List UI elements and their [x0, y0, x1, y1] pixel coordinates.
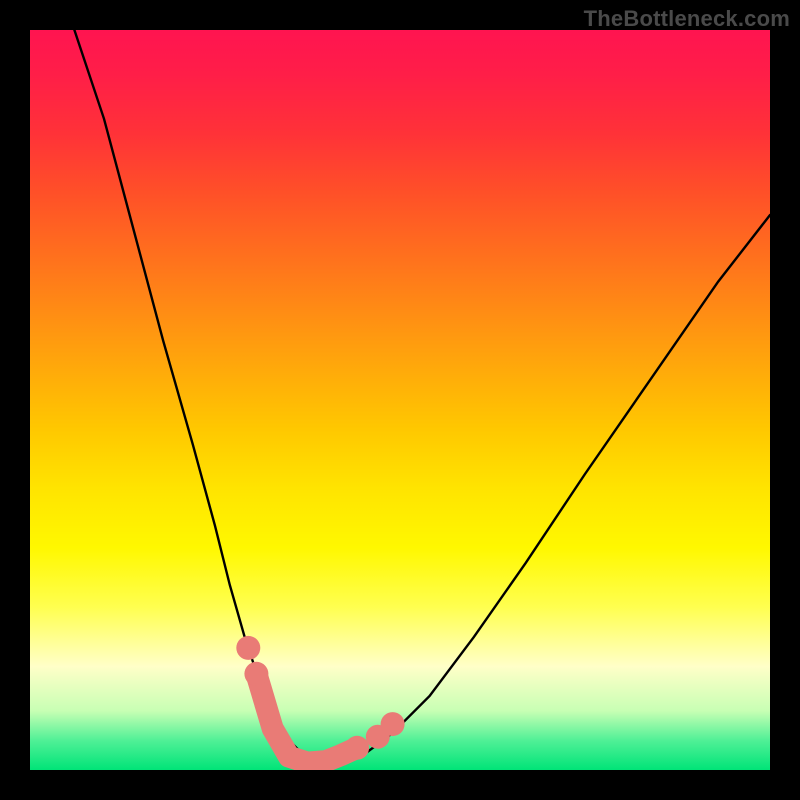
- right-lower-dot: [345, 736, 369, 760]
- valley-band: [256, 674, 357, 763]
- left-lower-dot: [244, 662, 268, 686]
- left-upper-dot: [236, 636, 260, 660]
- chart-plot-area: [30, 30, 770, 770]
- attribution-text: TheBottleneck.com: [584, 6, 790, 32]
- bottleneck-curve: [74, 30, 770, 763]
- right-upper-dot: [381, 712, 405, 736]
- chart-frame: TheBottleneck.com: [0, 0, 800, 800]
- chart-svg: [30, 30, 770, 770]
